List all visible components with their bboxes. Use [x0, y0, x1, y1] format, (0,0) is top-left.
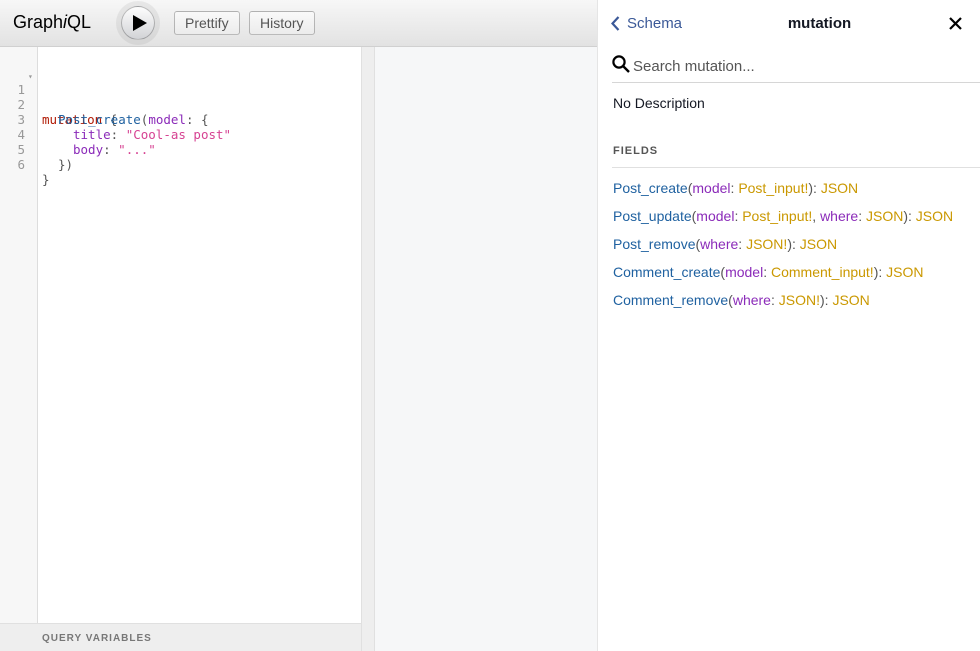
result-pane — [375, 47, 597, 651]
field-item: Post_remove(where: JSON!): JSON — [613, 236, 838, 252]
editor-result-divider[interactable] — [361, 47, 375, 651]
field-name-link[interactable]: Post_update — [613, 208, 692, 224]
field-item: Post_update(model: Post_input!, where: J… — [613, 208, 954, 224]
field-name-link[interactable]: Post_create — [613, 180, 688, 196]
play-icon — [132, 15, 147, 31]
field-return-type-link[interactable]: JSON — [832, 292, 869, 308]
logo-text-pre: Graph — [13, 12, 64, 32]
toolbar: GraphiQL Prettify History — [0, 0, 597, 47]
logo-text-post: QL — [67, 12, 92, 32]
query-variables-label: QUERY VARIABLES — [42, 633, 152, 644]
field-name-link[interactable]: Comment_remove — [613, 292, 728, 308]
search-icon — [612, 55, 630, 73]
field-return-type-link[interactable]: JSON — [821, 180, 858, 196]
code-line: 3 title: "Cool-as post" — [0, 97, 361, 142]
query-variables-bar[interactable]: QUERY VARIABLES — [0, 623, 361, 651]
field-arg-name[interactable]: where — [700, 236, 738, 252]
field-arg-name[interactable]: where — [733, 292, 771, 308]
fields-section-label: FIELDS — [613, 145, 659, 157]
close-icon[interactable] — [949, 17, 962, 30]
code-token: } — [42, 172, 50, 187]
type-description: No Description — [613, 95, 705, 111]
execute-query-button[interactable] — [121, 6, 155, 40]
code-line: 5 }) — [0, 127, 361, 172]
code-line: 6 } — [0, 142, 361, 187]
graphiql-editor-pane: GraphiQL Prettify History 1 ▾ mutation {… — [0, 0, 597, 651]
field-arg-type-link[interactable]: JSON! — [746, 236, 787, 252]
query-editor[interactable]: 1 ▾ mutation { 2 Post_create(model: { 3 … — [0, 47, 361, 623]
field-arg-type-link[interactable]: Post_input! — [742, 208, 812, 224]
field-return-type-link[interactable]: JSON — [886, 264, 923, 280]
prettify-button[interactable]: Prettify — [174, 11, 240, 35]
field-arg-name[interactable]: where — [820, 208, 858, 224]
field-arg-name[interactable]: model — [696, 208, 734, 224]
field-item: Comment_remove(where: JSON!): JSON — [613, 292, 870, 308]
field-return-type-link[interactable]: JSON — [916, 208, 953, 224]
field-item: Post_create(model: Post_input!): JSON — [613, 180, 859, 196]
code-line: 2 Post_create(model: { — [0, 82, 361, 127]
field-arg-name[interactable]: model — [725, 264, 763, 280]
field-return-type-link[interactable]: JSON — [800, 236, 837, 252]
fields-divider — [612, 167, 980, 168]
line-number: 6 — [17, 157, 25, 172]
code-token: }) — [58, 157, 74, 172]
field-arg-type-link[interactable]: Post_input! — [738, 180, 808, 196]
field-name-link[interactable]: Comment_create — [613, 264, 720, 280]
docs-title: mutation — [787, 15, 852, 32]
field-arg-type-link[interactable]: JSON — [866, 208, 903, 224]
docs-search — [612, 53, 980, 83]
docs-explorer: Schema mutation No Description FIELDS Po… — [597, 0, 980, 651]
field-arg-type-link[interactable]: JSON! — [779, 292, 820, 308]
field-arg-type-link[interactable]: Comment_input! — [771, 264, 874, 280]
field-arg-name[interactable]: model — [692, 180, 730, 196]
code-line: 1 ▾ mutation { — [0, 67, 361, 127]
history-button[interactable]: History — [249, 11, 315, 35]
docs-header: Schema mutation — [598, 0, 980, 47]
field-name-link[interactable]: Post_remove — [613, 236, 695, 252]
docs-search-input[interactable] — [633, 55, 973, 77]
field-item: Comment_create(model: Comment_input!): J… — [613, 264, 924, 280]
code-line: 4 body: "..." — [0, 112, 361, 157]
graphiql-logo: GraphiQL — [13, 12, 91, 33]
